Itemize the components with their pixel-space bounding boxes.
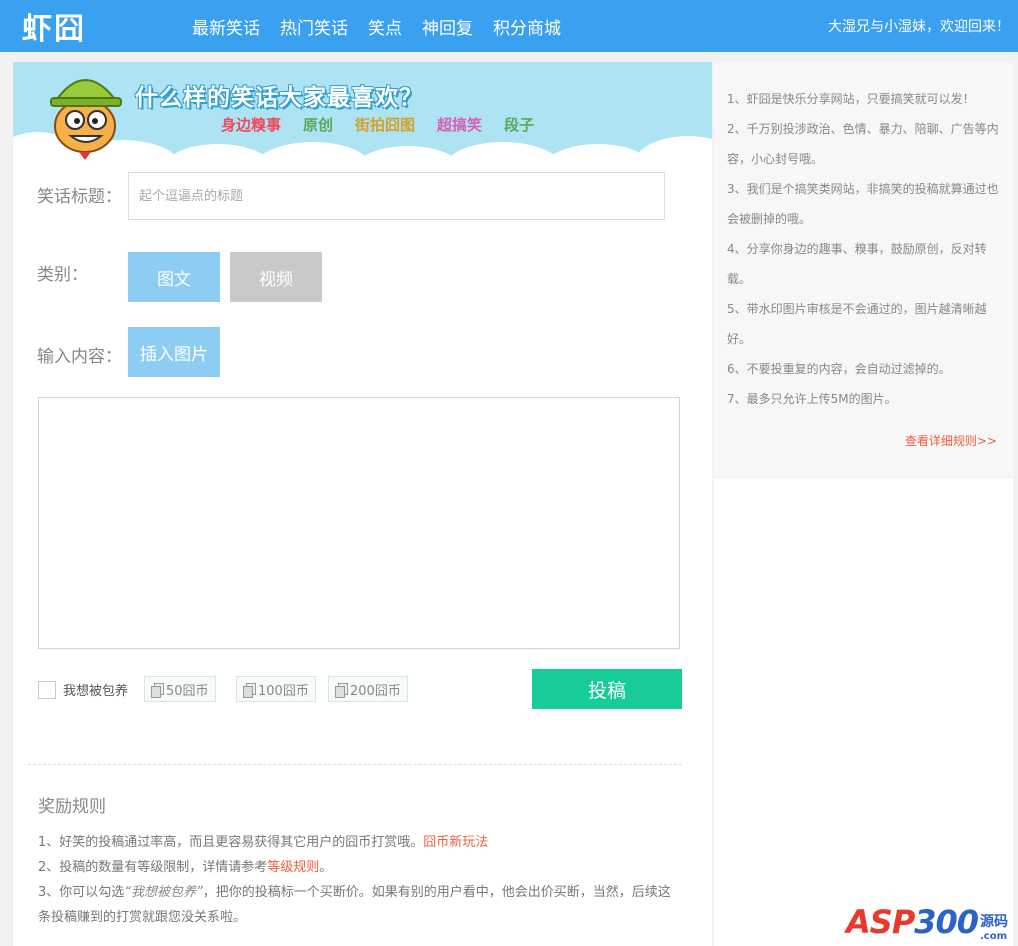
coin-option-100[interactable]: 100囧币: [236, 676, 316, 702]
welcome-message: 大湿兄与小湿妹，欢迎回来！: [828, 19, 1010, 35]
nav-hot-jokes[interactable]: 热门笑话: [280, 14, 348, 39]
tag-anecdote: 段子: [504, 116, 535, 134]
nav-latest-jokes[interactable]: 最新笑话: [192, 14, 260, 39]
posting-rules-panel: 1、虾囧是快乐分享网站，只要搞笑就可以发！ 2、千万别投涉政治、色情、暴力、陪聊…: [714, 62, 1013, 477]
coin-option-50[interactable]: 50囧币: [144, 676, 216, 702]
level-rules-link[interactable]: 等级规则: [267, 860, 319, 875]
reward-rules-list: 1、好笑的投稿通过率高，而且更容易获得其它用户的囧币打赏哦。囧币新玩法 2、投稿…: [38, 830, 678, 930]
watermark-side: 源码 .com: [980, 914, 1008, 942]
logo-text: 虾囧: [22, 12, 86, 47]
section-divider: [28, 764, 682, 765]
coin-option-label: 50囧币: [166, 683, 209, 699]
reward-rule-1: 1、好笑的投稿通过率高，而且更容易获得其它用户的囧币打赏哦。囧币新玩法: [38, 835, 489, 850]
side-blank-area: [714, 478, 1013, 946]
banner: 什么样的笑话大家最喜欢？ 身边糗事 原创 街拍囧图 超搞笑 段子: [13, 62, 712, 162]
view-detailed-rules-link[interactable]: 查看详细规则>>: [905, 432, 997, 449]
content-textarea[interactable]: [38, 397, 680, 649]
posting-rule: 3、我们是个搞笑类网站，非搞笑的投稿就算通过也会被删掉的哦。: [727, 182, 999, 226]
coin-icon: [335, 682, 348, 698]
nav-laugh-points[interactable]: 笑点: [368, 14, 402, 39]
category-image-text-button[interactable]: 图文: [128, 252, 220, 302]
coin-option-label: 100囧币: [258, 683, 309, 699]
top-header: 虾囧 最新笑话 热门笑话 笑点 神回复 积分商城 大湿兄与小湿妹，欢迎回来！: [0, 0, 1018, 52]
coin-option-label: 200囧币: [350, 683, 401, 699]
content-label: 输入内容：: [37, 347, 122, 367]
nav-points-mall[interactable]: 积分商城: [493, 14, 561, 39]
main-nav: 最新笑话 热门笑话 笑点 神回复 积分商城: [182, 0, 571, 52]
posting-rule: 4、分享你身边的趣事、糗事，鼓励原创，反对转载。: [727, 242, 987, 286]
reward-rules-title: 奖励规则: [38, 797, 106, 817]
title-label: 笑话标题：: [37, 187, 122, 207]
watermark-brand: ASP300: [846, 903, 979, 941]
tag-original: 原创: [303, 116, 334, 134]
coin-icon: [243, 682, 256, 698]
submit-button[interactable]: 投稿: [532, 669, 682, 709]
posting-rule: 5、带水印图片审核是不会通过的，图片越清晰越好。: [727, 302, 987, 346]
insert-image-button[interactable]: 插入图片: [128, 327, 220, 377]
submit-panel: 什么样的笑话大家最喜欢？ 身边糗事 原创 街拍囧图 超搞笑 段子 笑话标题： 类…: [13, 62, 712, 946]
reward-rule-3: 3、你可以勾选“我想被包养”，把你的投稿标一个买断价。如果有别的用户看中，他会出…: [38, 885, 671, 925]
title-input[interactable]: [128, 172, 665, 220]
banner-headline: 什么样的笑话大家最喜欢？: [135, 85, 423, 111]
sponsor-checkbox-label: 我想被包养: [63, 684, 129, 699]
site-logo[interactable]: 虾囧: [22, 4, 86, 48]
mascot-icon: [50, 79, 122, 160]
posting-rules-list: 1、虾囧是快乐分享网站，只要搞笑就可以发！ 2、千万别投涉政治、色情、暴力、陪聊…: [727, 84, 1002, 414]
posting-rule: 7、最多只允许上传5M的图片。: [727, 392, 897, 406]
category-video-button[interactable]: 视频: [230, 252, 322, 302]
nav-god-replies[interactable]: 神回复: [422, 14, 473, 39]
tag-super-funny: 超搞笑: [437, 116, 483, 134]
coin-option-200[interactable]: 200囧币: [328, 676, 408, 702]
reward-rule-2: 2、投稿的数量有等级限制，详情请参考等级规则。: [38, 860, 333, 875]
category-label: 类别：: [37, 265, 88, 285]
banner-tags: 身边糗事 原创 街拍囧图 超搞笑 段子: [221, 114, 534, 135]
sponsor-checkbox[interactable]: [38, 681, 56, 699]
posting-rule: 2、千万别投涉政治、色情、暴力、陪聊、广告等内容，小心封号哦。: [727, 122, 999, 166]
tag-street-photos: 街拍囧图: [355, 116, 416, 134]
coin-new-play-link[interactable]: 囧币新玩法: [423, 835, 488, 850]
tag-embarrassing: 身边糗事: [221, 116, 282, 134]
coin-icon: [151, 682, 164, 698]
watermark-logo: ASP300 源码 .com: [846, 891, 1014, 943]
posting-rule: 1、虾囧是快乐分享网站，只要搞笑就可以发！: [727, 92, 975, 106]
posting-rule: 6、不要投重复的内容，会自动过滤掉的。: [727, 362, 951, 376]
